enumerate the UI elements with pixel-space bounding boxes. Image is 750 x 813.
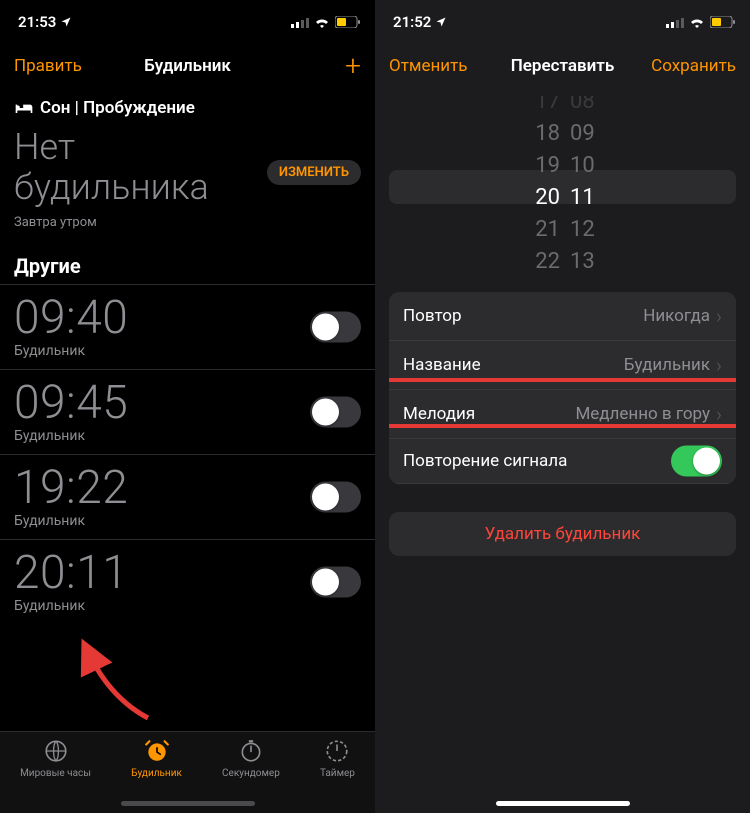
wifi-icon bbox=[689, 16, 705, 28]
navbar: Править Будильник + bbox=[0, 44, 375, 88]
alarm-row[interactable]: 09:45 Будильник bbox=[0, 369, 375, 454]
statusbar-time: 21:52 bbox=[393, 13, 431, 31]
navbar: Отменить Переставить Сохранить bbox=[375, 44, 750, 88]
alarm-list-screen: 21:53 Править Будильник + Сон | Пробужде… bbox=[0, 0, 375, 813]
cellular-signal-icon bbox=[666, 16, 684, 28]
alarm-settings-group: Повтор Никогда › Название Будильник › Ме… bbox=[389, 292, 736, 484]
name-row[interactable]: Название Будильник › bbox=[389, 341, 736, 390]
cellular-signal-icon bbox=[291, 16, 309, 28]
minute-wheel[interactable]: 08 09 10 11 12 13 14 bbox=[570, 96, 640, 276]
sleep-alarm-row: Нет будильника ИЗМЕНИТЬ bbox=[0, 124, 375, 211]
sound-row[interactable]: Мелодия Медленно в гору › bbox=[389, 390, 736, 439]
row-label: Название bbox=[403, 355, 481, 375]
delete-alarm-button[interactable]: Удалить будильник bbox=[389, 512, 736, 556]
alarm-time: 19:22 bbox=[14, 465, 361, 511]
alarm-label: Будильник bbox=[14, 513, 361, 529]
alarm-clock-icon bbox=[144, 738, 170, 764]
row-value: Медленно в гору bbox=[575, 404, 710, 424]
wifi-icon bbox=[314, 16, 330, 28]
alarm-row[interactable]: 09:40 Будильник bbox=[0, 284, 375, 369]
home-indicator[interactable] bbox=[496, 801, 630, 806]
snooze-row: Повторение сигнала bbox=[389, 439, 736, 484]
alarm-time: 09:45 bbox=[14, 380, 361, 426]
alarm-label: Будильник bbox=[14, 598, 361, 614]
alarm-label: Будильник bbox=[14, 343, 361, 359]
sleep-section-header: Сон | Пробуждение bbox=[0, 88, 375, 124]
row-value: Никогда bbox=[643, 306, 710, 326]
tomorrow-label: Завтра утром bbox=[0, 211, 375, 244]
alarm-toggle[interactable] bbox=[310, 482, 361, 513]
tab-world-clock[interactable]: Мировые часы bbox=[20, 738, 91, 813]
location-icon bbox=[60, 16, 72, 28]
save-button[interactable]: Сохранить bbox=[651, 56, 736, 76]
row-label: Повтор bbox=[403, 306, 462, 326]
page-title: Переставить bbox=[511, 56, 615, 76]
chevron-right-icon: › bbox=[716, 304, 722, 328]
no-alarm-text: Нет будильника bbox=[14, 128, 267, 207]
statusbar-left: 21:53 bbox=[0, 0, 375, 44]
edit-button[interactable]: Править bbox=[14, 56, 82, 76]
alarm-label: Будильник bbox=[14, 428, 361, 444]
stopwatch-icon bbox=[238, 738, 264, 764]
delete-group: Удалить будильник bbox=[389, 512, 736, 556]
alarm-toggle[interactable] bbox=[310, 312, 361, 343]
hour-wheel[interactable]: 17 18 19 20 21 22 23 bbox=[490, 96, 560, 276]
chevron-right-icon: › bbox=[716, 402, 722, 426]
battery-icon bbox=[710, 16, 736, 28]
alarm-row[interactable]: 19:22 Будильник bbox=[0, 454, 375, 539]
others-section-title: Другие bbox=[0, 244, 375, 284]
page-title: Будильник bbox=[144, 56, 231, 76]
row-value: Будильник bbox=[624, 355, 710, 375]
row-label: Повторение сигнала bbox=[403, 451, 567, 471]
change-sleep-button[interactable]: ИЗМЕНИТЬ bbox=[267, 160, 361, 185]
statusbar-time: 21:53 bbox=[18, 13, 56, 31]
tab-label: Таймер bbox=[320, 768, 355, 779]
add-alarm-button[interactable]: + bbox=[345, 52, 361, 80]
bed-icon bbox=[14, 101, 34, 115]
tab-bar: Мировые часы Будильник Секундомер Таймер bbox=[0, 731, 375, 813]
tab-label: Мировые часы bbox=[20, 768, 91, 779]
statusbar-right: 21:52 bbox=[375, 0, 750, 44]
alarm-row[interactable]: 20:11 Будильник bbox=[0, 539, 375, 624]
row-label: Мелодия bbox=[403, 404, 475, 424]
battery-icon bbox=[335, 16, 361, 28]
tab-label: Будильник bbox=[131, 768, 182, 779]
alarm-time: 09:40 bbox=[14, 295, 361, 341]
chevron-right-icon: › bbox=[716, 353, 722, 377]
arrow-annotation bbox=[70, 638, 160, 728]
repeat-row[interactable]: Повтор Никогда › bbox=[389, 292, 736, 341]
alarm-toggle[interactable] bbox=[310, 397, 361, 428]
cancel-button[interactable]: Отменить bbox=[389, 56, 468, 76]
timer-icon bbox=[324, 738, 350, 764]
time-picker[interactable]: 17 18 19 20 21 22 23 08 09 10 11 12 13 1… bbox=[375, 96, 750, 276]
tab-label: Секундомер bbox=[222, 768, 280, 779]
globe-icon bbox=[43, 738, 69, 764]
alarm-toggle[interactable] bbox=[310, 567, 361, 598]
tab-timer[interactable]: Таймер bbox=[320, 738, 355, 813]
snooze-toggle[interactable] bbox=[671, 446, 722, 477]
home-indicator[interactable] bbox=[121, 801, 255, 806]
alarm-edit-screen: 21:52 Отменить Переставить Сохранить 17 bbox=[375, 0, 750, 813]
location-icon bbox=[435, 16, 447, 28]
alarm-time: 20:11 bbox=[14, 550, 361, 596]
sleep-section-title: Сон | Пробуждение bbox=[40, 98, 195, 118]
